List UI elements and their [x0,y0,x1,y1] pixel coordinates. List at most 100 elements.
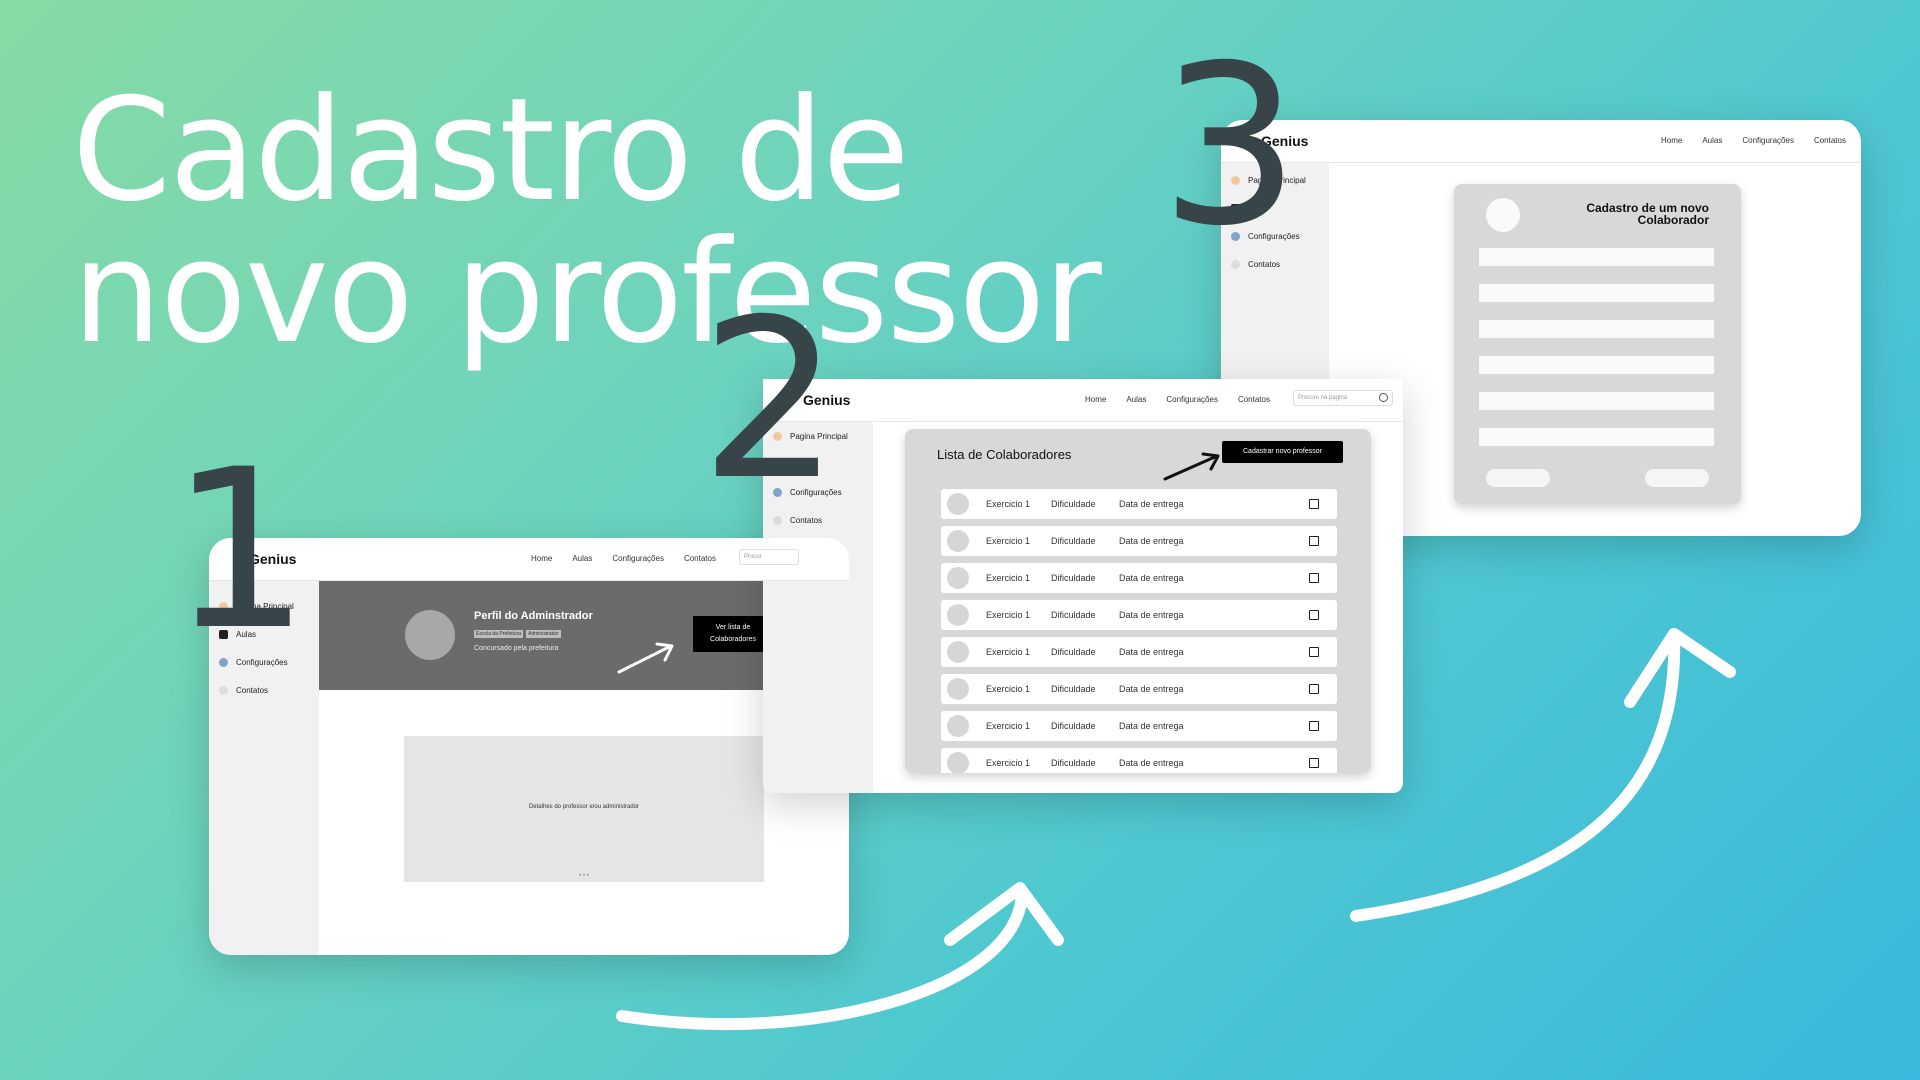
page-headline: Cadastro de novo professor [72,68,1102,364]
tag-badge: Administrador [526,630,561,638]
flow-arrow-2-to-3 [1350,628,1736,922]
form-field-input[interactable] [1479,320,1714,338]
sidebar-item-label: Contatos [236,685,269,695]
row-difficulty: Dificuldade [1051,758,1096,768]
row-due-date: Data de entrega [1119,684,1184,694]
table-row[interactable]: Exercicio 1 Dificuldade Data de entrega [941,637,1337,667]
headline-line-1: Cadastro de [72,68,910,233]
search-placeholder: Procure na pagina [1298,395,1348,401]
contacts-icon [219,685,228,695]
sidebar-item-contatos[interactable]: Contatos [209,676,319,704]
form-submit-button[interactable] [1645,469,1709,487]
row-avatar [947,493,969,515]
edit-icon[interactable] [1309,721,1319,731]
form-field-input[interactable] [1479,428,1714,446]
view-collaborators-button[interactable]: Ver lista de Colaboradores [693,616,773,652]
row-difficulty: Dificuldade [1051,684,1096,694]
search-input[interactable]: Procur [739,549,799,565]
row-exercise: Exercicio 1 [986,758,1031,768]
nav-configuracoes[interactable]: Configurações [1166,395,1218,404]
nav-aulas[interactable]: Aulas [1702,136,1722,145]
table-row[interactable]: Exercicio 1 Dificuldade Data de entrega [941,563,1337,593]
row-due-date: Data de entrega [1119,610,1184,620]
table-row[interactable]: Exercicio 1 Dificuldade Data de entrega [941,526,1337,556]
edit-icon[interactable] [1309,684,1319,694]
nav-home[interactable]: Home [1661,136,1682,145]
top-nav: Home Aulas Configurações Contatos [1661,136,1846,145]
add-teacher-button[interactable]: Cadastrar novo professor [1222,441,1343,463]
screen-2-topbar: Genius Home Aulas Configurações Contatos… [763,379,1403,422]
row-difficulty: Dificuldade [1051,721,1096,731]
profile-title: Perfil do Adminstrador [474,610,593,622]
form-fields [1479,248,1714,464]
tag-badge: Escola da Prefeitura [474,630,524,638]
row-avatar [947,752,969,773]
row-exercise: Exercicio 1 [986,536,1031,546]
row-due-date: Data de entrega [1119,573,1184,583]
top-nav: Home Aulas Configurações Contatos [1085,395,1270,404]
edit-icon[interactable] [1309,536,1319,546]
row-avatar [947,567,969,589]
arrow-icon [617,642,674,674]
row-avatar [947,715,969,737]
form-field-input[interactable] [1479,248,1714,266]
form-title-line-2: Colaborador [1637,213,1709,227]
nav-home[interactable]: Home [1085,395,1106,404]
row-due-date: Data de entrega [1119,758,1184,768]
step-number-3: 3 [1160,18,1300,274]
edit-icon[interactable] [1309,573,1319,583]
table-row[interactable]: Exercicio 1 Dificuldade Data de entrega [941,600,1337,630]
row-exercise: Exercicio 1 [986,647,1031,657]
row-exercise: Exercicio 1 [986,721,1031,731]
search-icon [1379,393,1388,402]
button-label-line-2: Colaboradores [710,636,756,643]
step-number-1: 1 [170,422,310,678]
nav-home[interactable]: Home [531,554,552,563]
collaborators-list-card: Lista de Colaboradores Cadastrar novo pr… [905,429,1371,773]
table-row[interactable]: Exercicio 1 Dificuldade Data de entrega [941,748,1337,773]
form-title: Cadastro de um novo Colaborador [1586,202,1709,226]
screen-2-window: Genius Home Aulas Configurações Contatos… [763,379,1403,793]
row-difficulty: Dificuldade [1051,647,1096,657]
top-nav: Home Aulas Configurações Contatos [531,554,716,563]
photo-upload[interactable] [1486,198,1520,232]
row-difficulty: Dificuldade [1051,536,1096,546]
row-difficulty: Dificuldade [1051,573,1096,583]
edit-icon[interactable] [1309,758,1319,768]
collaborators-list: Exercicio 1 Dificuldade Data de entrega Exe… [941,489,1337,773]
edit-icon[interactable] [1309,610,1319,620]
avatar [405,610,455,660]
nav-configuracoes[interactable]: Configurações [1742,136,1794,145]
row-exercise: Exercicio 1 [986,610,1031,620]
table-row[interactable]: Exercicio 1 Dificuldade Data de entrega [941,711,1337,741]
edit-icon[interactable] [1309,499,1319,509]
table-row[interactable]: Exercicio 1 Dificuldade Data de entrega [941,489,1337,519]
row-due-date: Data de entrega [1119,536,1184,546]
arrow-icon [1163,452,1220,481]
form-field-input[interactable] [1479,392,1714,410]
row-avatar [947,604,969,626]
row-avatar [947,530,969,552]
button-label-line-1: Ver lista de [715,624,751,631]
row-avatar [947,678,969,700]
nav-contatos[interactable]: Contatos [1814,136,1846,145]
profile-tags: Escola da Prefeitura Administrador [474,630,561,638]
form-field-input[interactable] [1479,284,1714,302]
flow-arrow-1-to-2 [616,882,1064,1031]
row-exercise: Exercicio 1 [986,499,1031,509]
step-number-2: 2 [700,272,840,528]
form-field-input[interactable] [1479,356,1714,374]
nav-aulas[interactable]: Aulas [572,554,592,563]
nav-contatos[interactable]: Contatos [684,554,716,563]
table-row[interactable]: Exercicio 1 Dificuldade Data de entrega [941,674,1337,704]
form-cancel-button[interactable] [1486,469,1550,487]
nav-configuracoes[interactable]: Configurações [612,554,664,563]
row-exercise: Exercicio 1 [986,684,1031,694]
nav-contatos[interactable]: Contatos [1238,395,1270,404]
search-input[interactable]: Procure na pagina [1293,390,1393,406]
new-collaborator-form: Cadastro de um novo Colaborador [1454,184,1741,504]
nav-aulas[interactable]: Aulas [1126,395,1146,404]
row-due-date: Data de entrega [1119,499,1184,509]
row-avatar [947,641,969,663]
edit-icon[interactable] [1309,647,1319,657]
